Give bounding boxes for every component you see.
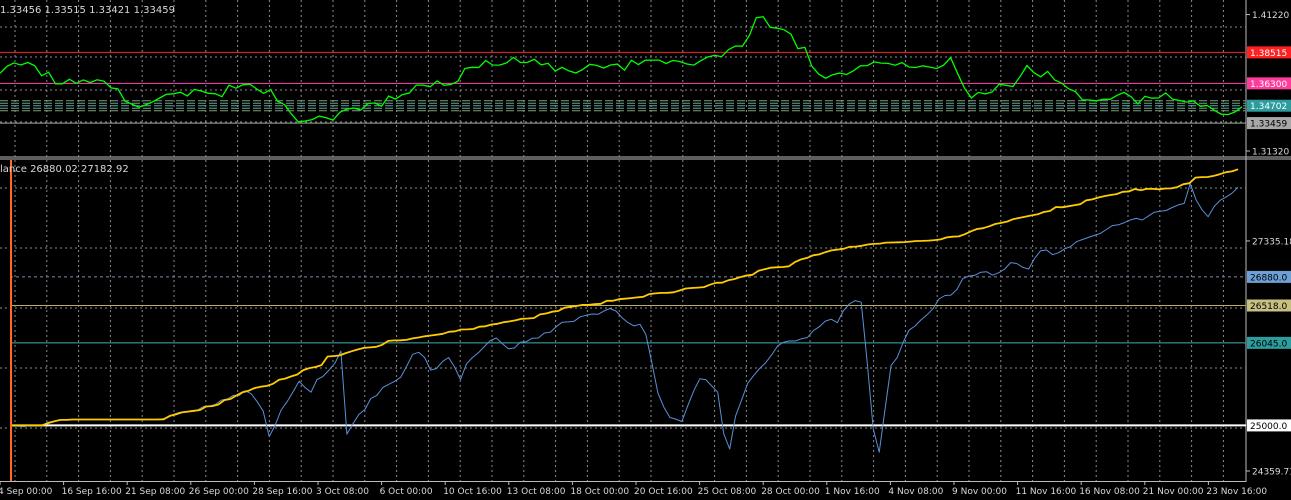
x-tick-label: 23 Nov 16:00 <box>1206 487 1267 497</box>
x-tick-label: 21 Nov 00:00 <box>1143 487 1204 497</box>
x-tick-label: 16 Sep 16:00 <box>62 487 122 497</box>
x-tick-label: 18 Oct 00:00 <box>570 487 629 497</box>
level-tag-label: 26518.0 <box>1250 302 1287 312</box>
x-tick-label: 21 Sep 08:00 <box>125 487 185 497</box>
price-tag-label: 1.38515 <box>1250 49 1287 59</box>
x-tick-label: 4 Nov 08:00 <box>888 487 943 497</box>
price-tag-label: 1.34702 <box>1250 102 1287 112</box>
x-tick-label: 1 Nov 16:00 <box>825 487 880 497</box>
equity-series-line <box>11 183 1239 453</box>
x-tick-label: 9 Nov 00:00 <box>952 487 1007 497</box>
x-tick-label: 20 Oct 16:00 <box>634 487 693 497</box>
level-layer <box>0 51 1246 481</box>
x-tick-label: 13 Oct 08:00 <box>507 487 566 497</box>
y-tick-label: 24359.71 <box>1252 468 1291 478</box>
balance-series-line <box>12 168 1239 427</box>
grid-layer <box>0 0 1291 482</box>
x-tick-label: 4 Sep 00:00 <box>0 487 53 497</box>
x-tick-label: 28 Oct 00:00 <box>761 487 820 497</box>
x-tick-label: 3 Oct 08:00 <box>316 487 369 497</box>
x-tick-label: 11 Nov 16:00 <box>1016 487 1077 497</box>
series-layer <box>0 15 1243 453</box>
axis-layer: 1.38515 1.36300 1.34702 1.33459 1.41220 1.313… <box>0 11 1291 497</box>
chart-canvas[interactable]: 1.38515 1.36300 1.34702 1.33459 1.41220 1.313… <box>0 0 1291 500</box>
x-tick-label: 28 Sep 16:00 <box>252 487 312 497</box>
trading-chart-window: 1.38515 1.36300 1.34702 1.33459 1.41220 1.313… <box>0 0 1291 500</box>
y-tick-label: 1.31320 <box>1252 148 1289 158</box>
price-tag-label: 1.33459 <box>1250 120 1287 130</box>
x-tick-label: 25 Oct 08:00 <box>698 487 757 497</box>
y-tick-label: 1.41220 <box>1252 11 1289 21</box>
level-tag-label: 25000.0 <box>1250 422 1287 432</box>
balance-equity-readout: lance 26880.02 27182.92 <box>0 164 129 175</box>
x-tick-label: 6 Oct 00:00 <box>380 487 433 497</box>
y-tick-label: 27335.18 <box>1252 237 1291 247</box>
price-tag-label: 1.36300 <box>1250 80 1287 90</box>
x-tick-label: 10 Oct 16:00 <box>443 487 502 497</box>
x-tick-label: 26 Sep 00:00 <box>189 487 249 497</box>
level-tag-label: 26880.0 <box>1250 273 1287 283</box>
level-tag-label: 26045.0 <box>1250 339 1287 349</box>
ohlc-readout: 1.33456 1.33515 1.33421 1.33459 <box>0 5 175 16</box>
x-tick-label: 16 Nov 08:00 <box>1079 487 1140 497</box>
